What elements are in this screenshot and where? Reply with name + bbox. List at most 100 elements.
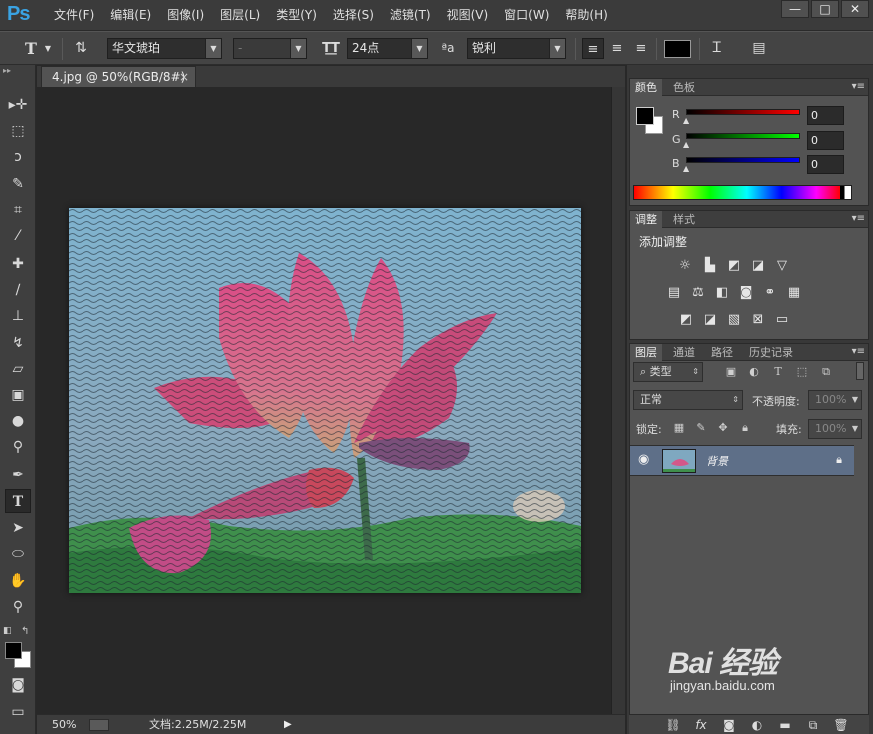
tab-history[interactable]: 历史记录 <box>744 344 798 361</box>
posterize-icon[interactable]: ◪ <box>702 312 718 328</box>
blur-tool-icon[interactable]: ● <box>5 409 31 433</box>
clone-stamp-tool-icon[interactable]: ⊥ <box>5 304 31 328</box>
tab-adjustments[interactable]: 调整 <box>630 211 662 228</box>
filter-smart-object-icon[interactable]: ⧉ <box>819 365 833 379</box>
document-tab[interactable]: 4.jpg @ 50%(RGB/8#) * × <box>41 66 196 104</box>
menu-select[interactable]: 选择(S) <box>325 0 382 31</box>
menu-filter[interactable]: 滤镜(T) <box>382 0 439 31</box>
document-image[interactable] <box>69 208 581 593</box>
filter-pixel-icon[interactable]: ▣ <box>724 365 738 379</box>
toggle-orientation-icon[interactable]: ⇅ <box>70 38 92 59</box>
blend-mode-select[interactable]: 正常 ⇕ <box>633 390 743 410</box>
menu-type[interactable]: 类型(Y) <box>268 0 325 31</box>
panel-menu-icon[interactable]: ▾≡ <box>852 344 865 360</box>
align-center-icon[interactable]: ≡ <box>606 38 628 59</box>
layer-style-fx-icon[interactable]: fx <box>693 717 709 733</box>
channel-g-input[interactable]: 0 <box>807 131 844 150</box>
layer-name[interactable]: 背景 <box>706 453 728 469</box>
align-right-icon[interactable]: ≡ <box>630 38 652 59</box>
visibility-eye-icon[interactable]: ◉ <box>638 452 649 467</box>
color-spectrum-bar[interactable] <box>633 185 852 200</box>
threshold-icon[interactable]: ▧ <box>726 312 742 328</box>
lock-image-icon[interactable]: ✎ <box>694 421 708 435</box>
vibrance-icon[interactable]: ▽ <box>774 258 790 274</box>
new-layer-icon[interactable]: ⧉ <box>805 717 821 733</box>
align-left-icon[interactable]: ≡ <box>582 38 604 59</box>
channel-r-input[interactable]: 0 <box>807 106 844 125</box>
ellipse-tool-icon[interactable]: ⬭ <box>5 542 31 566</box>
black-white-icon[interactable]: ◧ <box>714 285 730 301</box>
gradient-tool-icon[interactable]: ▣ <box>5 383 31 407</box>
collapse-icon[interactable]: ▸▸ <box>0 65 35 77</box>
quick-selection-tool-icon[interactable]: ✎ <box>5 172 31 196</box>
reset-colors-icon[interactable]: ◧ <box>3 626 12 636</box>
menu-image[interactable]: 图像(I) <box>159 0 212 31</box>
filter-type-icon[interactable]: T <box>771 365 785 379</box>
delete-layer-icon[interactable]: 🗑︎ <box>833 717 849 733</box>
marquee-tool-icon[interactable]: ⬚ <box>5 119 31 143</box>
font-family-select[interactable]: 华文琥珀 ▼ <box>107 38 222 59</box>
hand-tool-icon[interactable]: ✋ <box>5 569 31 593</box>
link-layers-icon[interactable]: ⛓ <box>665 717 681 733</box>
warp-text-icon[interactable]: Ꮖ <box>706 38 728 59</box>
opacity-input[interactable]: 100% ▼ <box>808 390 862 410</box>
status-menu-arrow-icon[interactable]: ▶ <box>284 715 292 734</box>
type-tool-icon[interactable]: T <box>5 489 31 513</box>
lock-transparent-icon[interactable]: ▦ <box>672 421 686 435</box>
character-panel-icon[interactable]: ▤ <box>748 38 770 59</box>
healing-brush-tool-icon[interactable]: ✚ <box>5 252 31 276</box>
path-selection-tool-icon[interactable]: ➤ <box>5 516 31 540</box>
swap-colors-icon[interactable]: ↰ <box>21 626 29 637</box>
add-mask-icon[interactable]: ◙ <box>721 717 737 733</box>
fill-input[interactable]: 100% ▼ <box>808 419 862 439</box>
layer-row[interactable]: ◉ 背景 🔒︎ <box>630 445 854 476</box>
selective-color-icon[interactable]: ⊠ <box>750 312 766 328</box>
tab-color[interactable]: 颜色 <box>630 79 662 96</box>
slider-thumb-icon[interactable]: ▲ <box>683 140 689 149</box>
eraser-tool-icon[interactable]: ▱ <box>5 357 31 381</box>
chevron-down-icon[interactable]: ▼ <box>43 38 53 59</box>
color-balance-icon[interactable]: ⚖ <box>690 285 706 301</box>
panel-menu-icon[interactable]: ▾≡ <box>852 79 865 95</box>
brightness-contrast-icon[interactable]: ☼ <box>677 258 693 274</box>
move-tool-icon[interactable]: ▸✛ <box>5 93 31 117</box>
lock-position-icon[interactable]: ✥ <box>716 421 730 435</box>
menu-layer[interactable]: 图层(L) <box>212 0 268 31</box>
zoom-tool-icon[interactable]: ⚲ <box>5 595 31 619</box>
color-panel-foreground-swatch[interactable] <box>636 107 654 125</box>
channel-b-input[interactable]: 0 <box>807 155 844 174</box>
tab-styles[interactable]: 样式 <box>668 211 700 228</box>
pen-tool-icon[interactable]: ✒ <box>5 463 31 487</box>
lasso-tool-icon[interactable]: ↄ <box>5 145 31 169</box>
filter-toggle-switch[interactable] <box>856 362 864 380</box>
menu-help[interactable]: 帮助(H) <box>557 0 615 31</box>
invert-icon[interactable]: ◩ <box>678 312 694 328</box>
menu-view[interactable]: 视图(V) <box>439 0 497 31</box>
channel-b-slider[interactable] <box>686 157 800 163</box>
foreground-color-swatch[interactable] <box>5 642 22 659</box>
tab-swatches[interactable]: 色板 <box>668 79 700 96</box>
tab-paths[interactable]: 路径 <box>706 344 738 361</box>
filter-adjustment-icon[interactable]: ◐ <box>747 365 761 379</box>
close-button[interactable]: ✕ <box>841 0 869 18</box>
history-brush-tool-icon[interactable]: ↯ <box>5 331 31 355</box>
close-icon[interactable]: × <box>179 67 189 87</box>
minimize-button[interactable]: — <box>781 0 809 18</box>
text-color-swatch[interactable] <box>664 40 691 58</box>
tab-layers[interactable]: 图层 <box>630 344 662 361</box>
photo-filter-icon[interactable]: ◙ <box>738 285 754 301</box>
antialias-select[interactable]: 锐利 ▼ <box>467 38 566 59</box>
new-adjustment-layer-icon[interactable]: ◐ <box>749 717 765 733</box>
brush-tool-icon[interactable]: ∕ <box>5 278 31 302</box>
channel-r-slider[interactable] <box>686 109 800 115</box>
levels-icon[interactable]: ▙ <box>702 258 718 274</box>
color-lookup-icon[interactable]: ▦ <box>786 285 802 301</box>
menu-file[interactable]: 文件(F) <box>46 0 102 31</box>
exposure-icon[interactable]: ◪ <box>750 258 766 274</box>
slider-thumb-icon[interactable]: ▲ <box>683 164 689 173</box>
channel-g-slider[interactable] <box>686 133 800 139</box>
panel-menu-icon[interactable]: ▾≡ <box>852 211 865 227</box>
layer-filter-select[interactable]: ⌕ 类型 ⇕ <box>633 362 703 382</box>
dodge-tool-icon[interactable]: ⚲ <box>5 435 31 459</box>
type-tool-preset-icon[interactable]: T <box>20 38 42 59</box>
